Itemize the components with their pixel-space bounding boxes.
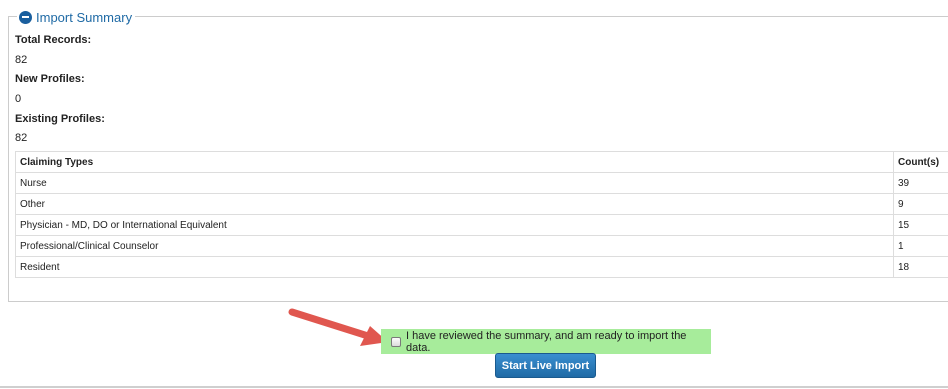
import-summary-legend[interactable]: Import Summary xyxy=(17,8,136,26)
claiming-types-table: Claiming Types Count(s) Nurse 39 Other 9… xyxy=(15,151,948,278)
count-cell: 15 xyxy=(893,214,948,236)
claiming-type-cell: Resident xyxy=(15,256,894,278)
arrow-icon xyxy=(288,308,388,346)
new-profiles-value: 0 xyxy=(15,93,22,105)
minus-circle-icon[interactable] xyxy=(19,10,32,24)
counts-header: Count(s) xyxy=(893,151,948,173)
import-summary-title: Import Summary xyxy=(36,9,133,25)
existing-profiles-label: Existing Profiles: xyxy=(15,113,105,125)
total-records-value: 82 xyxy=(15,54,28,66)
table-row: Other 9 xyxy=(15,193,948,215)
table-header-row: Claiming Types Count(s) xyxy=(15,151,948,173)
claiming-type-cell: Physician - MD, DO or International Equi… xyxy=(15,214,894,236)
table-row: Resident 18 xyxy=(15,256,948,278)
table-row: Professional/Clinical Counselor 1 xyxy=(15,235,948,257)
confirm-review-label[interactable]: I have reviewed the summary, and am read… xyxy=(406,330,711,354)
count-cell: 1 xyxy=(893,235,948,257)
claiming-type-cell: Professional/Clinical Counselor xyxy=(15,235,894,257)
claiming-types-header: Claiming Types xyxy=(15,151,894,173)
confirm-review-checkbox[interactable] xyxy=(391,336,401,347)
count-cell: 39 xyxy=(893,172,948,194)
count-cell: 9 xyxy=(893,193,948,215)
count-cell: 18 xyxy=(893,256,948,278)
total-records-label: Total Records: xyxy=(15,34,92,46)
bottom-divider xyxy=(0,386,948,388)
confirm-review-row[interactable]: I have reviewed the summary, and am read… xyxy=(381,329,711,354)
table-row: Nurse 39 xyxy=(15,172,948,194)
new-profiles-label: New Profiles: xyxy=(15,73,85,85)
claiming-type-cell: Other xyxy=(15,193,894,215)
existing-profiles-value: 82 xyxy=(15,132,28,144)
table-row: Physician - MD, DO or International Equi… xyxy=(15,214,948,236)
claiming-type-cell: Nurse xyxy=(15,172,894,194)
start-live-import-button[interactable]: Start Live Import xyxy=(495,353,596,378)
